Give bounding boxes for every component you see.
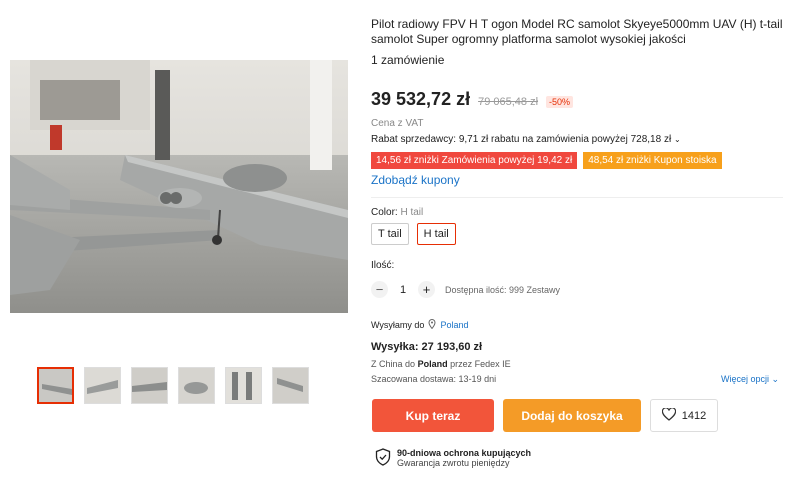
divider xyxy=(371,197,783,198)
thumbnail-4[interactable] xyxy=(178,367,215,404)
vat-note: Cena z VAT xyxy=(371,118,424,129)
ship-to-label: Wysyłamy do xyxy=(371,320,425,330)
quantity-label: Ilość: xyxy=(371,260,395,271)
ship-to[interactable]: Wysyłamy do Poland xyxy=(371,318,469,331)
thumbnail-1[interactable] xyxy=(37,367,74,404)
to-prefix: do xyxy=(405,359,416,369)
thumbnail-2[interactable] xyxy=(84,367,121,404)
from-country: China xyxy=(379,359,403,369)
thumbnail-6[interactable] xyxy=(272,367,309,404)
quantity-stepper: − 1 + Dostępna ilość: 999 Zestawy xyxy=(371,281,560,298)
discount-badge: -50% xyxy=(546,96,574,108)
thumbnail-3[interactable] xyxy=(131,367,168,404)
main-product-image[interactable] xyxy=(10,60,348,313)
add-to-cart-button[interactable]: Dodaj do koszyka xyxy=(503,399,641,432)
ship-to-country: Poland xyxy=(440,320,469,330)
buy-now-button[interactable]: Kup teraz xyxy=(372,399,494,432)
wishlist-count: 1412 xyxy=(681,409,707,422)
shipping-cost: Wysyłka: 27 193,60 zł xyxy=(371,341,483,353)
product-title: Pilot radiowy FPV H T ogon Model RC samo… xyxy=(371,17,783,46)
thumbnail-5[interactable] xyxy=(225,367,262,404)
price-row: 39 532,72 zł 79 065,48 zł -50% xyxy=(371,89,574,110)
color-label: Color: H tail xyxy=(371,207,423,218)
shipping-route: Z China do Poland przez Fedex IE xyxy=(371,359,511,369)
coupon-list: 14,56 zł zniżki Zamówienia powyżej 19,42… xyxy=(371,152,722,169)
shield-check-icon xyxy=(375,448,391,471)
from-prefix: Z xyxy=(371,359,377,369)
variant-h-tail[interactable]: H tail xyxy=(416,223,456,245)
color-selected-value: H tail xyxy=(400,207,424,218)
estimated-delivery: Szacowana dostawa: 13-19 dni xyxy=(371,374,497,384)
seller-discount[interactable]: Rabat sprzedawcy: 9,71 zł rabatu na zamó… xyxy=(371,134,681,145)
seller-discount-text: Rabat sprzedawcy: 9,71 zł rabatu na zamó… xyxy=(371,134,672,145)
buyer-protection: 90-dniowa ochrona kupujących Gwarancja z… xyxy=(375,448,531,471)
current-price: 39 532,72 zł xyxy=(371,89,471,109)
more-options-link[interactable]: Więcej opcji ⌄ xyxy=(721,374,779,385)
protection-subtitle: Gwarancja zwrotu pieniędzy xyxy=(397,458,510,468)
quantity-value[interactable]: 1 xyxy=(398,284,408,296)
chevron-down-icon: ⌄ xyxy=(673,135,681,144)
shipping-carrier: przez Fedex IE xyxy=(450,359,511,369)
chevron-down-icon: ⌄ xyxy=(771,374,780,384)
thumbnail-strip xyxy=(37,367,309,404)
available-quantity: Dostępna ilość: 999 Zestawy xyxy=(445,284,561,295)
protection-title: 90-dniowa ochrona kupujących xyxy=(397,448,532,458)
coupon-store[interactable]: 48,54 zł zniżki Kupon stoiska xyxy=(583,152,722,169)
wishlist-button[interactable]: 1412 xyxy=(650,399,718,432)
orders-count: 1 zamówienie xyxy=(371,53,445,67)
quantity-increase-button[interactable]: + xyxy=(418,281,435,298)
more-options-label: Więcej opcji xyxy=(721,374,770,384)
get-coupons-link[interactable]: Zdobądź kupony xyxy=(371,173,460,187)
variant-t-tail[interactable]: T tail xyxy=(371,223,409,245)
coupon-order-discount[interactable]: 14,56 zł zniżki Zamówienia powyżej 19,42… xyxy=(371,152,578,169)
to-country: Poland xyxy=(417,359,448,369)
location-pin-icon xyxy=(428,318,436,331)
quantity-decrease-button[interactable]: − xyxy=(371,281,388,298)
color-label-text: Color: xyxy=(371,207,398,218)
original-price: 79 065,48 zł xyxy=(478,96,539,108)
heart-icon xyxy=(661,406,676,424)
color-options: T tail H tail xyxy=(371,223,456,245)
